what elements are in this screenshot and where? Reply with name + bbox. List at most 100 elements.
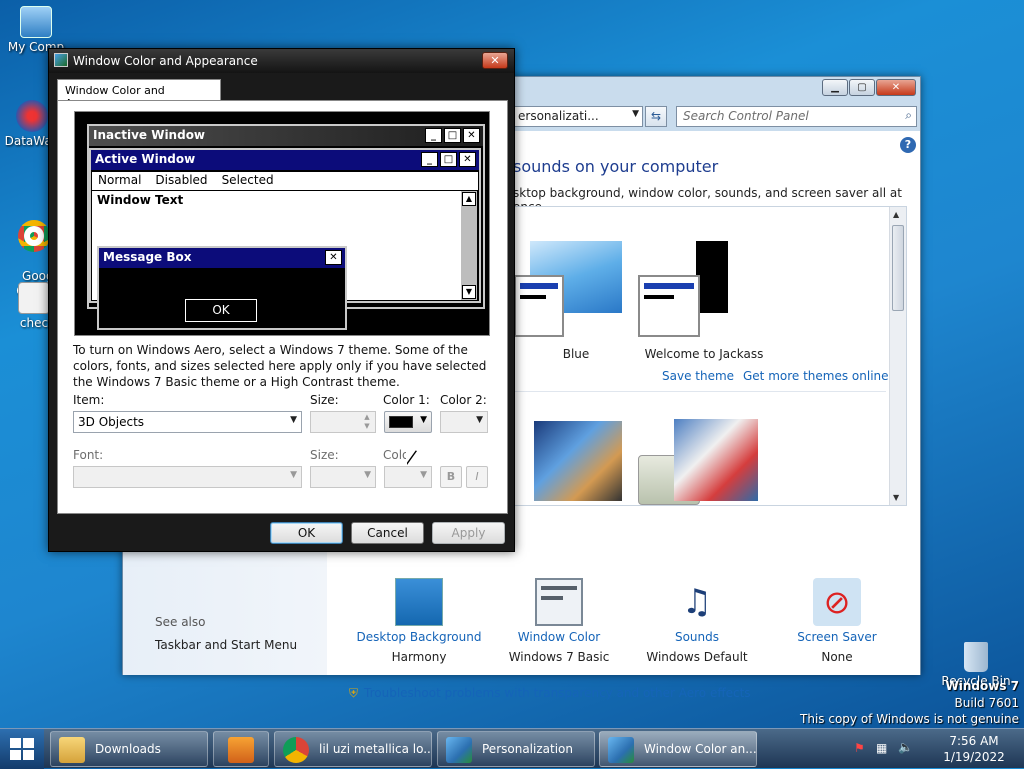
close-icon: ✕ [459,152,476,167]
taskbar-item-chrome[interactable]: lil uzi metallica lo... [274,731,432,767]
sounds-icon: ♫ [681,582,713,622]
color1-label: Color 1: [383,393,430,407]
theme-window-preview [638,275,700,337]
mouse-cursor-icon [406,446,416,464]
search-icon[interactable]: ⌕ [905,108,912,123]
item-select[interactable]: 3D Objects ▼ [73,411,302,433]
action-center-icon[interactable]: ⚑ [854,741,865,755]
window-color-item[interactable]: Window Color Windows 7 Basic [489,578,629,664]
screen-saver-item[interactable]: ⊘ Screen Saver None [767,578,907,664]
system-tray: ⚑ ▦ 🔈 7:56 AM 1/19/2022 [854,729,1024,769]
maximize-button[interactable]: ▢ [849,79,875,96]
apply-button[interactable]: Apply [432,522,505,544]
color1-picker[interactable]: ▼ [384,411,432,433]
window-color-link[interactable]: Window Color [489,630,629,644]
font-select[interactable]: ▼ [73,466,302,488]
minimize-icon: _ [425,128,442,143]
personalization-icon [446,737,472,763]
recycle-bin-icon [964,642,988,672]
windows-logo-icon [10,738,34,760]
font-color-picker[interactable]: ▼ [384,466,432,488]
size-stepper[interactable]: ▲ ▼ [310,411,376,433]
taskbar-item-downloads[interactable]: Downloads [50,731,208,767]
troubleshoot-link[interactable]: Troubleshoot problems with transparency … [364,686,751,701]
save-theme-link[interactable]: Save theme [662,369,734,383]
theme-thumbnail-jackass[interactable] [696,241,728,313]
font-size-label: Size: [310,448,339,462]
desktop-background-item[interactable]: Desktop Background Harmony [349,578,489,664]
scroll-down-icon[interactable]: ▼ [893,493,899,502]
desktop-background-link[interactable]: Desktop Background [349,630,489,644]
address-text: ersonalizati... [518,109,599,123]
menu-disabled[interactable]: Disabled [155,173,207,189]
chrome-icon [283,737,309,763]
stepper-arrows-icon: ▲ ▼ [364,413,370,430]
chevron-down-icon: ▼ [420,470,427,480]
get-more-themes-link[interactable]: Get more themes online [743,369,889,383]
taskbar-item-personalization[interactable]: Personalization [437,731,595,767]
sounds-link[interactable]: Sounds [627,630,767,644]
close-button[interactable]: ✕ [482,52,508,69]
clock-date: 1/19/2022 [943,750,1005,764]
message-box-preview[interactable]: Message Box ✕ OK [97,246,347,330]
screen-saver-value: None [821,650,853,664]
see-also-heading: See also [155,615,206,629]
start-button[interactable] [0,729,44,769]
cancel-button[interactable]: Cancel [351,522,424,544]
tab-window-color-appearance[interactable]: Window Color and Appearance [57,79,221,110]
desktop-icon-my-computer[interactable]: My Comp [0,6,72,54]
desktop-background-icon [395,578,443,626]
preview-scrollbar[interactable]: ▲ ▼ [461,191,477,300]
menu-selected[interactable]: Selected [222,173,274,189]
font-label: Font: [73,448,104,462]
search-input[interactable]: Search Control Panel ⌕ [676,106,917,127]
theme-gallery: Blue Welcome to Jackass Save theme Get m… [513,206,907,506]
chevron-down-icon: ▼ [290,415,297,425]
sounds-item[interactable]: ♫ Sounds Windows Default [627,578,767,664]
theme-gallery-scrollbar[interactable]: ▲ ▼ [889,207,906,505]
taskbar-item-media-player[interactable] [213,731,269,767]
theme-thumbnail-scenes[interactable] [674,419,758,501]
window-color-value: Windows 7 Basic [508,650,610,664]
menu-normal[interactable]: Normal [98,173,141,189]
clock[interactable]: 7:56 AM 1/19/2022 [932,733,1016,765]
screen-saver-link[interactable]: Screen Saver [767,630,907,644]
network-icon[interactable]: ▦ [876,741,887,755]
dialog-panel: Inactive Window _ □ ✕ Active Window _ □ … [57,100,508,514]
italic-button[interactable]: I [466,466,488,488]
troubleshoot-row[interactable]: ⛨ Troubleshoot problems with transparenc… [349,686,751,701]
message-box-ok-button[interactable]: OK [185,299,257,322]
font-size-select[interactable]: ▼ [310,466,376,488]
close-button[interactable]: ✕ [876,79,916,96]
inactive-window-title: Inactive Window [93,128,206,142]
chevron-down-icon[interactable]: ▼ [632,109,639,119]
chevron-down-icon: ▼ [364,470,371,480]
minimize-button[interactable]: ▁ [822,79,848,96]
ok-button[interactable]: OK [270,522,343,544]
bold-button[interactable]: B [440,466,462,488]
taskbar-item-label: Downloads [95,742,161,756]
refresh-button[interactable]: ⇆ [645,106,667,127]
size-label: Size: [310,393,339,407]
taskbar-item-label: Personalization [482,742,573,756]
scrollbar-thumb[interactable] [892,225,904,311]
help-icon[interactable]: ? [900,137,916,153]
volume-icon[interactable]: 🔈 [898,740,913,754]
folder-icon [59,737,85,763]
scroll-up-icon[interactable]: ▲ [893,210,899,219]
color2-picker[interactable]: ▼ [440,411,488,433]
desktop-background-value: Harmony [391,650,447,664]
color1-swatch [389,416,413,428]
dialog-titlebar[interactable]: Window Color and Appearance ✕ [49,49,514,73]
media-player-icon [228,737,254,763]
search-placeholder: Search Control Panel [683,109,809,123]
maximize-icon: □ [440,152,457,167]
taskbar-start-menu-link[interactable]: Taskbar and Start Menu [155,638,297,652]
preview-menu-bar[interactable]: Normal Disabled Selected [92,172,478,190]
appearance-preview[interactable]: Inactive Window _ □ ✕ Active Window _ □ … [74,111,490,336]
minimize-icon: _ [421,152,438,167]
address-bar[interactable]: ersonalizati... ▼ [513,106,643,127]
theme-thumbnail-landscapes[interactable] [534,421,622,501]
active-window-title: Active Window [95,152,196,166]
taskbar-item-window-color[interactable]: Window Color an... [599,731,757,767]
